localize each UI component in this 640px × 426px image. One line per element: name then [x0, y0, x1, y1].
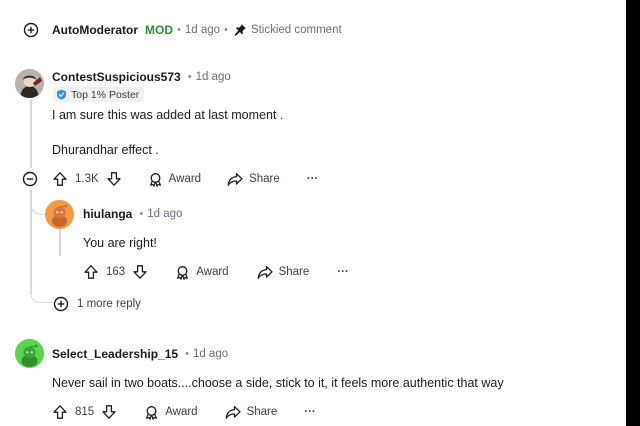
downvote-arrow-icon	[133, 265, 147, 279]
share-label: Share	[249, 173, 280, 185]
upvote-button[interactable]	[52, 171, 68, 187]
share-button[interactable]: Share	[227, 172, 280, 187]
timestamp[interactable]: 1d ago	[185, 24, 220, 36]
upvote-button[interactable]	[52, 404, 68, 420]
comment-header: Select_Leadership_15 • 1d ago	[52, 346, 228, 362]
share-button[interactable]: Share	[225, 405, 278, 420]
comment-actions: 1.3K Award Share ···	[52, 171, 318, 187]
thread-line	[59, 228, 61, 256]
reply-actions: 163 Award Share ···	[83, 264, 349, 280]
stickied-label: Stickied comment	[250, 24, 342, 36]
achievement-icon	[56, 89, 67, 100]
share-button[interactable]: Share	[257, 265, 310, 280]
award-button[interactable]: Award	[175, 265, 229, 280]
thread-line	[30, 100, 32, 168]
upvote-arrow-icon	[84, 265, 98, 279]
vote-count: 163	[106, 266, 126, 278]
username[interactable]: ContestSuspicious573	[52, 70, 181, 84]
more-options-button[interactable]: ···	[304, 406, 316, 418]
avatar[interactable]	[15, 339, 44, 368]
award-label: Award	[196, 266, 229, 278]
thread-curve	[30, 286, 53, 303]
downvote-button[interactable]	[101, 404, 117, 420]
downvote-arrow-icon	[107, 172, 121, 186]
comment-body-line: Dhurandhar effect .	[52, 143, 159, 157]
upvote-arrow-icon	[53, 172, 67, 186]
comment-body: Never sail in two boats....choose a side…	[52, 376, 504, 390]
share-label: Share	[246, 406, 278, 418]
award-icon	[149, 172, 161, 187]
comment-thread: AutoModerator MOD • 1d ago • Stickied co…	[0, 0, 626, 426]
username[interactable]: Select_Leadership_15	[52, 347, 178, 361]
timestamp[interactable]: 1d ago	[196, 71, 231, 83]
reply-header: hiulanga • 1d ago	[83, 206, 182, 222]
share-label: Share	[278, 266, 310, 278]
separator-dot: •	[187, 71, 192, 83]
separator-dot: •	[185, 348, 189, 360]
timestamp[interactable]: 1d ago	[147, 208, 182, 220]
share-icon	[227, 172, 243, 186]
award-icon	[177, 265, 189, 280]
timestamp[interactable]: 1d ago	[193, 348, 228, 360]
collapse-comment-button[interactable]	[22, 171, 38, 187]
separator-dot: •	[177, 24, 181, 36]
share-icon	[225, 405, 241, 419]
upvote-button[interactable]	[83, 264, 99, 280]
user-flair: Top 1% Poster	[53, 87, 145, 102]
more-replies-button[interactable]: 1 more reply	[53, 296, 141, 312]
more-options-button[interactable]: ···	[307, 173, 319, 185]
avatar[interactable]	[45, 200, 74, 229]
reply-body: You are right!	[83, 236, 157, 250]
upvote-arrow-icon	[53, 405, 67, 419]
comment-header: ContestSuspicious573 • 1d ago	[52, 69, 231, 85]
minus-circle-icon	[22, 171, 38, 187]
downvote-arrow-icon	[102, 405, 116, 419]
more-replies-label: 1 more reply	[77, 298, 141, 310]
flair-label: Top 1% Poster	[71, 88, 140, 101]
plus-circle-icon	[23, 22, 39, 38]
comment-body-line: I am sure this was added at last moment …	[52, 108, 284, 122]
award-icon	[146, 405, 158, 420]
mod-tag: MOD	[145, 23, 173, 37]
more-options-button[interactable]: ···	[337, 266, 349, 278]
vote-count: 815	[75, 406, 95, 418]
award-label: Award	[165, 406, 198, 418]
downvote-button[interactable]	[106, 171, 122, 187]
award-button[interactable]: Award	[144, 405, 198, 420]
separator-dot: •	[224, 24, 228, 36]
username[interactable]: AutoModerator	[52, 23, 138, 37]
comment-header: AutoModerator MOD • 1d ago • Stickied co…	[52, 22, 342, 38]
expand-comment-button[interactable]	[23, 22, 39, 38]
award-button[interactable]: Award	[148, 172, 201, 187]
separator-dot: •	[139, 208, 144, 220]
vote-count: 1.3K	[75, 173, 99, 185]
downvote-button[interactable]	[132, 264, 148, 280]
thread-curve	[30, 190, 46, 215]
plus-circle-icon	[53, 296, 69, 312]
pin-icon	[233, 23, 247, 37]
avatar[interactable]	[15, 69, 44, 98]
username[interactable]: hiulanga	[83, 207, 132, 221]
comment-actions: 815 Award Share ···	[52, 404, 316, 420]
award-label: Award	[168, 173, 202, 185]
share-icon	[257, 265, 273, 279]
